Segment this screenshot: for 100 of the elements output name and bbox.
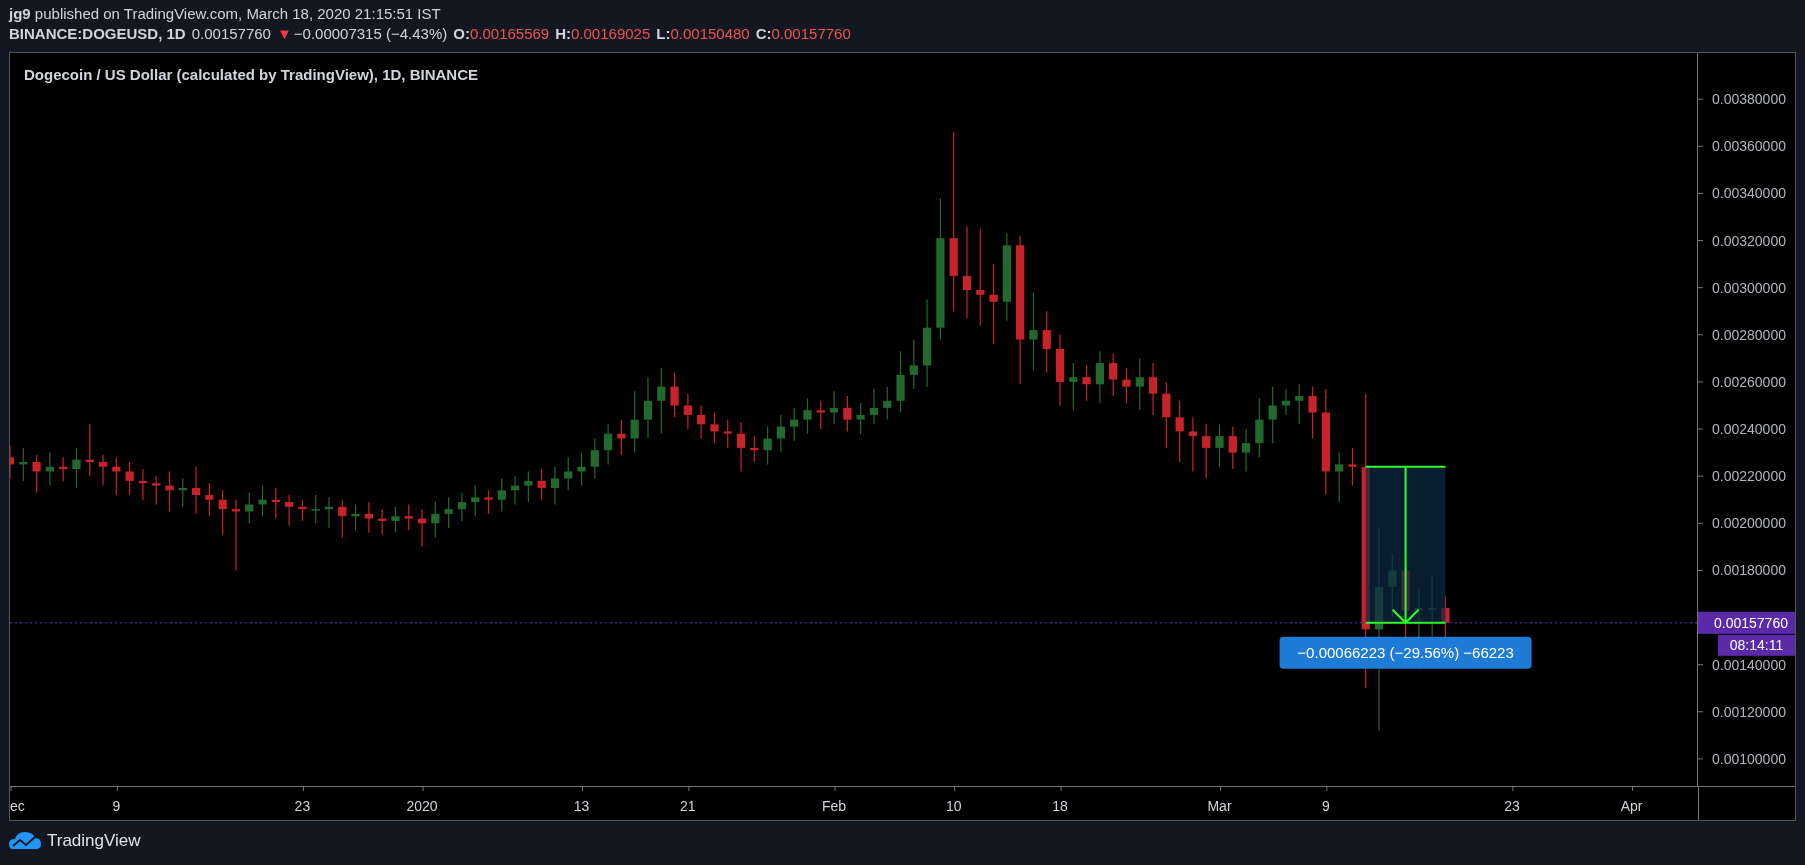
candlestick: [1268, 386, 1277, 444]
ohlc-value: 0.00150480: [670, 25, 750, 42]
candlestick: [1335, 452, 1344, 503]
price-tick-label: 0.00280000: [1712, 326, 1786, 343]
candlestick: [1095, 350, 1104, 404]
candlestick: [1348, 447, 1357, 487]
candlestick: [152, 475, 161, 506]
price-tick-label: 0.00100000: [1712, 750, 1786, 767]
date-tick-label: 18: [1052, 798, 1068, 814]
candlestick: [710, 411, 719, 444]
ohlc-value: 0.00165569: [469, 25, 550, 42]
candlestick: [417, 508, 427, 548]
date-tick-label: 2020: [406, 798, 438, 814]
price-label: 0.00157760: [1698, 611, 1795, 634]
candlestick: [271, 487, 280, 520]
candlestick: [364, 501, 373, 534]
ohlc-label: H:: [555, 25, 571, 42]
cloud-logo-icon: [9, 831, 41, 851]
price-tick-label: 0.00140000: [1712, 656, 1786, 673]
candlestick: [1228, 426, 1237, 470]
candlestick: [816, 400, 825, 430]
date-tick-label: Apr: [1620, 798, 1643, 814]
candlestick: [98, 454, 108, 487]
candlestick: [138, 468, 148, 501]
candlestick: [378, 508, 387, 536]
candlestick: [723, 419, 732, 449]
candlestick: [165, 470, 174, 513]
candlestick: [471, 485, 480, 517]
symbol-label: BINANCE:DOGEUSD, 1D: [9, 25, 186, 42]
candlestick: [1109, 353, 1118, 397]
candlestick: [776, 414, 785, 454]
candlestick: [311, 494, 320, 524]
candlestick: [1215, 423, 1224, 468]
price-tick-label: 0.00340000: [1712, 185, 1786, 202]
candlestick: [1241, 428, 1251, 473]
ohlc-label: L:: [656, 25, 671, 42]
candlestick: [404, 503, 413, 531]
ohlc-label: O:: [453, 25, 470, 42]
date-tick-label: 10: [945, 798, 962, 814]
ohlc-label: C:: [755, 25, 772, 42]
candlestick: [524, 470, 533, 503]
candlestick: [763, 426, 772, 465]
candlestick: [1255, 397, 1264, 458]
candlestick: [258, 485, 267, 517]
candlestick: [178, 477, 187, 508]
candlestick: [444, 496, 453, 529]
candlestick: [45, 452, 54, 487]
candlestick: [191, 466, 201, 515]
candlestick: [85, 423, 94, 477]
candlestick: [10, 444, 15, 480]
candlestick: [909, 338, 918, 390]
candlestick: [218, 489, 227, 536]
price-tick-label: 0.00380000: [1712, 91, 1786, 108]
candlestick: [1188, 416, 1198, 473]
candlestick: [1202, 423, 1211, 480]
ohlc-value: 0.00157760: [771, 25, 851, 42]
candlestick: [231, 499, 241, 571]
candlestick: [1295, 383, 1304, 425]
candlestick: [1175, 400, 1184, 463]
chart-title: Dogecoin / US Dollar (calculated by TradingView), 1D, BINANCE: [24, 66, 478, 83]
date-tick-label: Mar: [1207, 798, 1232, 814]
candlestick: [617, 419, 626, 456]
candlestick: [630, 390, 639, 454]
candlestick: [883, 386, 892, 421]
price-tick-label: 0.00180000: [1712, 562, 1786, 579]
candlestick: [1281, 388, 1291, 416]
candlestick: [457, 492, 467, 522]
candlestick: [431, 501, 440, 539]
ohlc-value: 0.00169025: [571, 25, 651, 42]
candlestick: [72, 447, 81, 489]
candlestick: [604, 423, 613, 465]
candlestick: [351, 503, 360, 531]
candlestick: [1042, 310, 1051, 374]
candlestick: [285, 494, 294, 527]
candlestick: [484, 489, 493, 515]
candlestick: [298, 499, 307, 522]
candlestick: [59, 456, 68, 482]
last-price: 0.00157760: [191, 25, 271, 42]
candlestick: [896, 350, 905, 414]
candlestick: [112, 456, 121, 496]
price-tick-label: 0.00320000: [1712, 232, 1786, 249]
candlestick: [19, 447, 28, 482]
candlestick: [843, 395, 852, 432]
candlestick: [643, 376, 653, 440]
measure-readout: −0.00066223 (−29.56%) −66223: [1279, 636, 1532, 669]
publish-byline: jg9 published on TradingView.com, March 18, 2020 21:15:51 IST: [9, 5, 441, 22]
price-tick-label: 0.00220000: [1712, 468, 1786, 485]
candlestick: [550, 466, 560, 506]
candlestick: [338, 499, 347, 539]
candlestick: [856, 402, 865, 435]
candlestick: [869, 388, 879, 425]
candlestick: [829, 390, 839, 425]
candlestick: [537, 468, 546, 501]
price-tick-label: 0.00360000: [1712, 138, 1786, 155]
date-tick-label: 23: [294, 798, 311, 814]
price-change: −0.00007315 (−4.43%): [293, 25, 448, 42]
candlestick: [1082, 364, 1091, 402]
date-tick-label: 9: [112, 798, 121, 814]
candlestick: [590, 437, 599, 480]
candlestick: [697, 404, 706, 440]
